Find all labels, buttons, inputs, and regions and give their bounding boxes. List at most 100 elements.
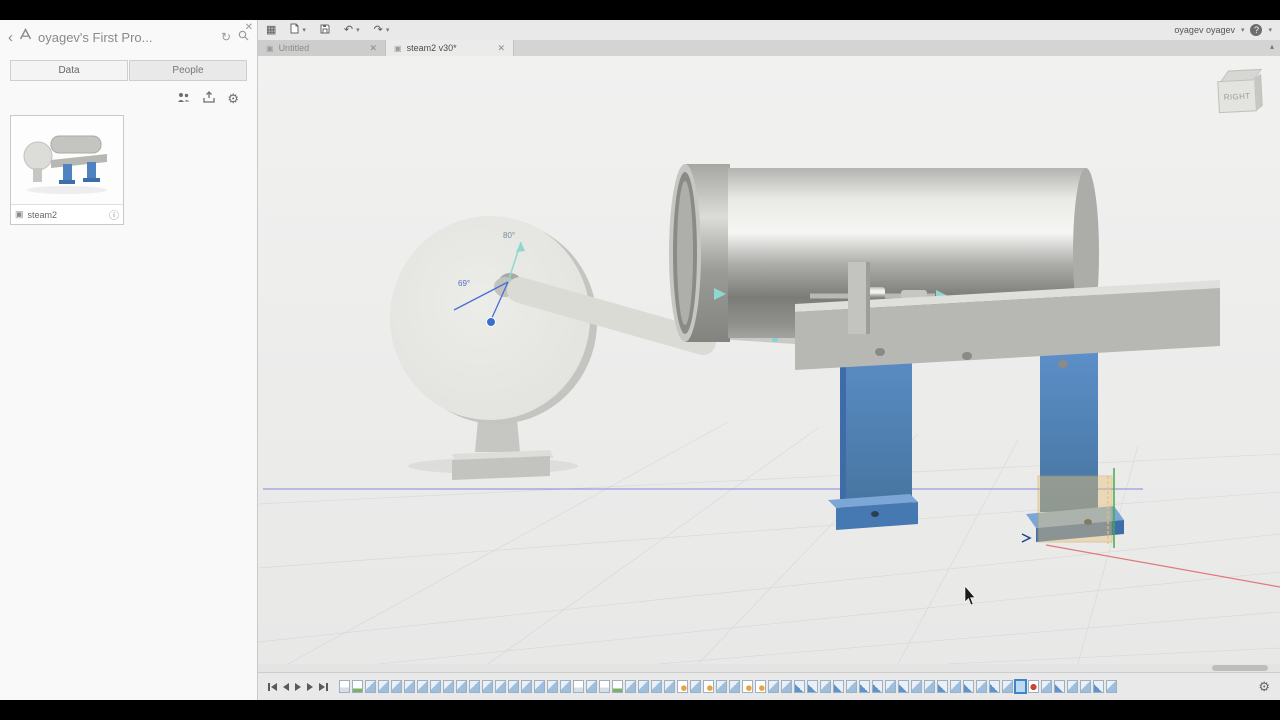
timeline-op-pos[interactable] xyxy=(963,680,974,693)
apps-button[interactable]: ▦ xyxy=(266,24,276,36)
timeline-op-joint[interactable] xyxy=(443,680,454,693)
timeline-op-doc[interactable] xyxy=(599,680,610,693)
step-back-button[interactable] xyxy=(283,680,289,694)
timeline-op-joint[interactable] xyxy=(1067,680,1078,693)
close-icon[interactable]: ✕ xyxy=(497,43,505,54)
quick-access-toolbar: ▦ ▾ ↶ ▾ ↷ ▾ oyagev oyagev ▾ ? ▾ xyxy=(258,20,1280,40)
timeline-op-joint[interactable] xyxy=(378,680,389,693)
refresh-icon[interactable]: ↻ xyxy=(221,30,231,44)
timeline-op-joint[interactable] xyxy=(508,680,519,693)
timeline-op-joint[interactable] xyxy=(430,680,441,693)
go-to-end-button[interactable] xyxy=(319,680,328,694)
timeline-op-joint[interactable] xyxy=(911,680,922,693)
timeline-op-joint[interactable] xyxy=(664,680,675,693)
timeline-op-joint[interactable] xyxy=(534,680,545,693)
timeline-op-joint[interactable] xyxy=(1106,680,1117,693)
timeline-op-joint[interactable] xyxy=(638,680,649,693)
tab-data[interactable]: Data xyxy=(10,60,128,81)
timeline-op-doc[interactable] xyxy=(339,680,350,693)
undo-button[interactable]: ↶ ▾ xyxy=(344,24,360,36)
timeline-op-red[interactable] xyxy=(1028,680,1039,693)
playback-controls xyxy=(268,680,328,694)
timeline-op-joint[interactable] xyxy=(1080,680,1091,693)
timeline-op-joint[interactable] xyxy=(846,680,857,693)
tab-people[interactable]: People xyxy=(129,60,247,81)
timeline-op-pos[interactable] xyxy=(872,680,883,693)
timeline-op-sketch[interactable] xyxy=(612,680,623,693)
doc-tab-steam2[interactable]: ▣ steam2 v30* ✕ xyxy=(386,40,514,56)
timeline-op-joint[interactable] xyxy=(729,680,740,693)
save-icon xyxy=(320,24,330,37)
timeline-op-joint[interactable] xyxy=(976,680,987,693)
info-icon[interactable]: ⓘ xyxy=(109,207,119,222)
design-cube-icon: ▣ xyxy=(266,43,274,53)
file-menu-button[interactable]: ▾ xyxy=(290,23,306,37)
timeline-op-joint[interactable] xyxy=(690,680,701,693)
timeline-op-pos[interactable] xyxy=(937,680,948,693)
collapse-toolbar-icon[interactable]: ▴ xyxy=(1270,40,1280,56)
timeline-op-pos[interactable] xyxy=(1093,680,1104,693)
timeline-settings-gear-icon[interactable]: ⚙ xyxy=(1258,679,1270,695)
timeline-op-joint[interactable] xyxy=(469,680,480,693)
timeline-scrollbar[interactable] xyxy=(258,664,1280,672)
timeline-op-pos[interactable] xyxy=(859,680,870,693)
chevron-down-icon: ▾ xyxy=(302,27,306,34)
scrollbar-thumb[interactable] xyxy=(1212,665,1268,671)
upload-icon[interactable] xyxy=(203,91,215,105)
timeline-op-doc[interactable] xyxy=(573,680,584,693)
timeline-op-pos[interactable] xyxy=(989,680,1000,693)
timeline-op-joint[interactable] xyxy=(625,680,636,693)
close-icon[interactable]: ✕ xyxy=(369,43,377,54)
timeline-op-warn[interactable] xyxy=(742,680,753,693)
timeline-op-joint[interactable] xyxy=(560,680,571,693)
share-people-icon[interactable] xyxy=(177,92,191,105)
save-button[interactable] xyxy=(320,24,330,37)
timeline-op-joint[interactable] xyxy=(950,680,961,693)
timeline-op-joint[interactable] xyxy=(924,680,935,693)
timeline-op-pos[interactable] xyxy=(794,680,805,693)
viewport-3d[interactable]: 80° 69° RIGHT xyxy=(258,56,1280,664)
timeline-op-sketch[interactable] xyxy=(352,680,363,693)
timeline-op-joint[interactable] xyxy=(716,680,727,693)
timeline-op-joint[interactable] xyxy=(1041,680,1052,693)
timeline-op-warn[interactable] xyxy=(677,680,688,693)
timeline-op-joint[interactable] xyxy=(404,680,415,693)
user-account-button[interactable]: oyagev oyagev xyxy=(1174,25,1235,35)
timeline-op-joint[interactable] xyxy=(482,680,493,693)
timeline-op-pos[interactable] xyxy=(898,680,909,693)
timeline-op-joint[interactable] xyxy=(521,680,532,693)
play-backward-button[interactable] xyxy=(295,680,301,694)
back-icon[interactable]: ‹ xyxy=(8,29,13,46)
viewcube[interactable]: RIGHT xyxy=(1217,68,1265,119)
timeline-op-joint[interactable] xyxy=(586,680,597,693)
redo-button[interactable]: ↷ ▾ xyxy=(374,24,390,36)
timeline-op-joint[interactable] xyxy=(651,680,662,693)
help-button[interactable]: ? xyxy=(1250,24,1263,36)
timeline-op-pos[interactable] xyxy=(1054,680,1065,693)
timeline-op-joint[interactable] xyxy=(365,680,376,693)
go-to-start-button[interactable] xyxy=(268,680,277,694)
timeline-op-joint[interactable] xyxy=(495,680,506,693)
timeline-op-joint[interactable] xyxy=(781,680,792,693)
timeline-op-joint[interactable] xyxy=(768,680,779,693)
timeline-op-joint[interactable] xyxy=(820,680,831,693)
scene-3d: 80° 69° xyxy=(258,164,1280,664)
timeline-op-pos[interactable] xyxy=(807,680,818,693)
timeline-op-joint[interactable] xyxy=(456,680,467,693)
gear-icon[interactable]: ⚙ xyxy=(227,92,239,105)
timeline-op-joint[interactable] xyxy=(547,680,558,693)
timeline-op-joint[interactable] xyxy=(1002,680,1013,693)
timeline-op-warn[interactable] xyxy=(755,680,766,693)
timeline-op-sel[interactable] xyxy=(1015,680,1026,693)
play-button[interactable] xyxy=(307,680,313,694)
timeline-op-joint[interactable] xyxy=(417,680,428,693)
timeline-op-warn[interactable] xyxy=(703,680,714,693)
project-item-steam2[interactable]: ▣ steam2 ⓘ xyxy=(10,115,124,225)
timeline-op-joint[interactable] xyxy=(885,680,896,693)
doc-tab-untitled[interactable]: ▣ Untitled ✕ xyxy=(258,40,386,56)
mouse-cursor xyxy=(964,585,976,606)
timeline-op-joint[interactable] xyxy=(391,680,402,693)
timeline-op-pos[interactable] xyxy=(833,680,844,693)
viewcube-front-face[interactable]: RIGHT xyxy=(1217,79,1257,114)
panel-close-icon[interactable]: ✕ xyxy=(245,22,253,33)
